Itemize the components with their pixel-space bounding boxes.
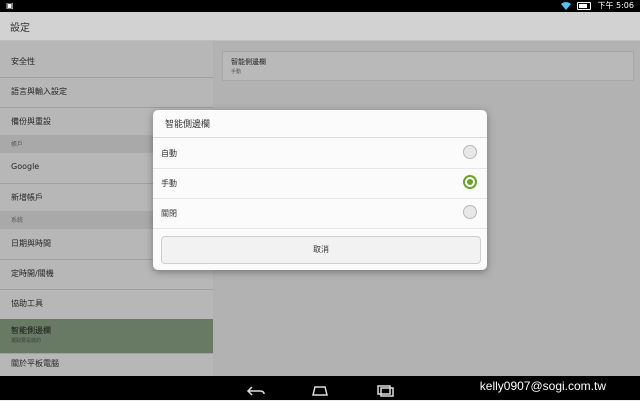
status-time: 下午 5:06 [597, 1, 634, 10]
option-off[interactable]: 關閉 [153, 198, 487, 229]
battery-icon [577, 2, 592, 10]
wifi-icon [561, 2, 572, 10]
option-manual[interactable]: 手動 [153, 168, 487, 199]
smart-sidebar-dialog: 智能側邊欄 自動 手動 關閉 取消 [153, 110, 487, 270]
page-title: 設定 [10, 23, 30, 34]
radio-button[interactable] [463, 145, 477, 159]
dialog-title: 智能側邊欄 [165, 120, 211, 130]
cancel-button[interactable]: 取消 [161, 236, 481, 264]
watermark: kelly0907@sogi.com.tw [479, 379, 606, 393]
option-label: 關閉 [161, 209, 177, 218]
option-auto[interactable]: 自動 [153, 138, 487, 169]
radio-button-selected[interactable] [463, 175, 477, 189]
radio-button[interactable] [463, 205, 477, 219]
app-bar: 設定 [0, 12, 640, 41]
option-label: 手動 [161, 179, 177, 188]
navigation-bar: kelly0907@sogi.com.tw [0, 376, 640, 400]
home-icon[interactable] [310, 382, 330, 396]
status-bar: ▣ 下午 5:06 [0, 0, 640, 12]
screenshot-icon: ▣ [6, 1, 14, 10]
option-label: 自動 [161, 149, 177, 158]
recents-icon[interactable] [375, 382, 395, 397]
back-icon[interactable] [246, 382, 266, 396]
